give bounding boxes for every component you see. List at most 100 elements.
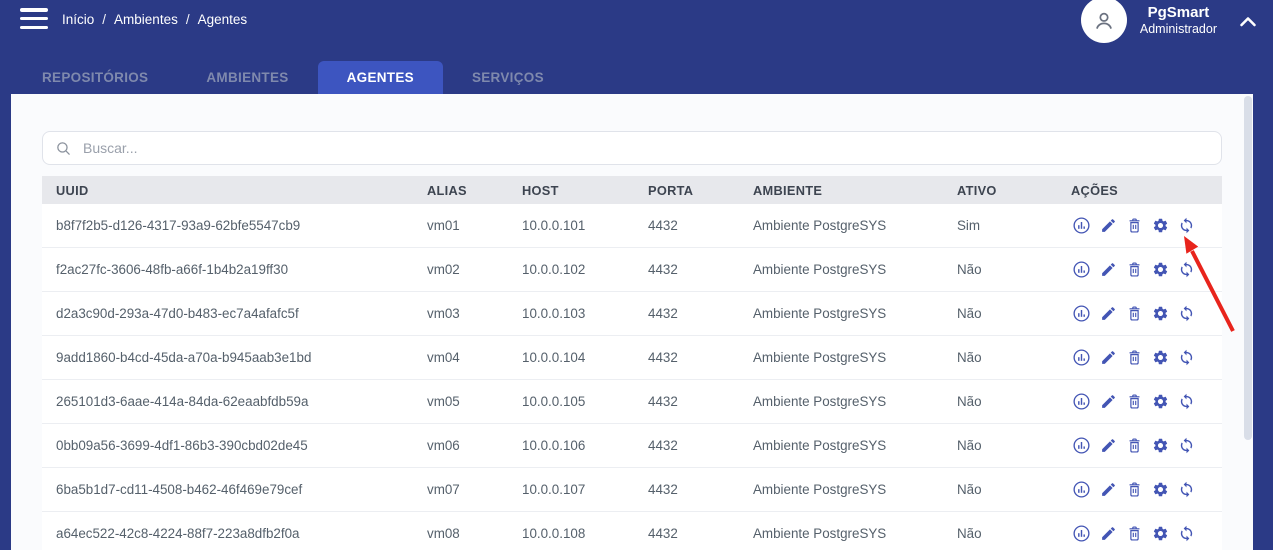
refresh-action-button[interactable] bbox=[1177, 436, 1196, 455]
cell-alias: vm03 bbox=[427, 306, 522, 321]
breadcrumb-separator: / bbox=[102, 12, 106, 27]
cell-alias: vm02 bbox=[427, 262, 522, 277]
cell-uuid: a64ec522-42c8-4224-88f7-223a8dfb2f0a bbox=[42, 526, 427, 541]
cell-ativo: Não bbox=[957, 350, 1053, 365]
statistics-action-button[interactable] bbox=[1071, 347, 1092, 368]
delete-action-button[interactable] bbox=[1125, 392, 1144, 411]
cell-ambiente: Ambiente PostgreSYS bbox=[753, 262, 957, 277]
tab-agentes[interactable]: AGENTES bbox=[318, 61, 443, 94]
cell-porta: 4432 bbox=[648, 394, 753, 409]
cell-ambiente: Ambiente PostgreSYS bbox=[753, 350, 957, 365]
agents-table: UUID ALIAS HOST PORTA AMBIENTE ATIVO AÇÕ… bbox=[42, 176, 1222, 550]
refresh-action-button[interactable] bbox=[1177, 480, 1196, 499]
cell-porta: 4432 bbox=[648, 482, 753, 497]
cell-host: 10.0.0.103 bbox=[522, 306, 648, 321]
settings-action-button[interactable] bbox=[1151, 216, 1170, 235]
edit-action-button[interactable] bbox=[1099, 216, 1118, 235]
edit-action-button[interactable] bbox=[1099, 480, 1118, 499]
cell-porta: 4432 bbox=[648, 438, 753, 453]
statistics-action-button[interactable] bbox=[1071, 479, 1092, 500]
edit-action-button[interactable] bbox=[1099, 260, 1118, 279]
refresh-action-button[interactable] bbox=[1177, 260, 1196, 279]
edit-action-button[interactable] bbox=[1099, 392, 1118, 411]
edit-action-button[interactable] bbox=[1099, 436, 1118, 455]
hamburger-menu-icon[interactable] bbox=[20, 8, 48, 31]
statistics-action-button[interactable] bbox=[1071, 435, 1092, 456]
search-icon bbox=[55, 140, 72, 157]
cell-ambiente: Ambiente PostgreSYS bbox=[753, 306, 957, 321]
avatar bbox=[1081, 0, 1127, 43]
delete-action-button[interactable] bbox=[1125, 480, 1144, 499]
cell-alias: vm08 bbox=[427, 526, 522, 541]
table-row: b8f7f2b5-d126-4317-93a9-62bfe5547cb9 vm0… bbox=[42, 204, 1222, 248]
table-row: 9add1860-b4cd-45da-a70a-b945aab3e1bd vm0… bbox=[42, 336, 1222, 380]
cell-uuid: 265101d3-6aae-414a-84da-62eaabfdb59a bbox=[42, 394, 427, 409]
content-panel: UUID ALIAS HOST PORTA AMBIENTE ATIVO AÇÕ… bbox=[11, 94, 1253, 550]
statistics-action-button[interactable] bbox=[1071, 391, 1092, 412]
settings-action-button[interactable] bbox=[1151, 392, 1170, 411]
cell-porta: 4432 bbox=[648, 262, 753, 277]
breadcrumb-inicio[interactable]: Início bbox=[62, 12, 94, 27]
cell-porta: 4432 bbox=[648, 526, 753, 541]
refresh-action-button[interactable] bbox=[1177, 392, 1196, 411]
delete-action-button[interactable] bbox=[1125, 304, 1144, 323]
settings-action-button[interactable] bbox=[1151, 304, 1170, 323]
table-row: a64ec522-42c8-4224-88f7-223a8dfb2f0a vm0… bbox=[42, 512, 1222, 550]
refresh-action-button[interactable] bbox=[1177, 216, 1196, 235]
table-header-row: UUID ALIAS HOST PORTA AMBIENTE ATIVO AÇÕ… bbox=[42, 176, 1222, 204]
delete-action-button[interactable] bbox=[1125, 524, 1144, 543]
header-host: HOST bbox=[522, 183, 648, 198]
statistics-action-button[interactable] bbox=[1071, 523, 1092, 544]
header-alias: ALIAS bbox=[427, 183, 522, 198]
cell-ambiente: Ambiente PostgreSYS bbox=[753, 482, 957, 497]
settings-action-button[interactable] bbox=[1151, 436, 1170, 455]
statistics-action-button[interactable] bbox=[1071, 259, 1092, 280]
user-name: PgSmart bbox=[1140, 4, 1217, 22]
cell-uuid: 9add1860-b4cd-45da-a70a-b945aab3e1bd bbox=[42, 350, 427, 365]
cell-alias: vm07 bbox=[427, 482, 522, 497]
cell-host: 10.0.0.105 bbox=[522, 394, 648, 409]
cell-acoes bbox=[1053, 347, 1222, 368]
table-row: 265101d3-6aae-414a-84da-62eaabfdb59a vm0… bbox=[42, 380, 1222, 424]
edit-action-button[interactable] bbox=[1099, 524, 1118, 543]
refresh-action-button[interactable] bbox=[1177, 524, 1196, 543]
cell-ativo: Não bbox=[957, 482, 1053, 497]
cell-porta: 4432 bbox=[648, 350, 753, 365]
breadcrumb-separator: / bbox=[186, 12, 190, 27]
statistics-action-button[interactable] bbox=[1071, 215, 1092, 236]
cell-uuid: 0bb09a56-3699-4df1-86b3-390cbd02de45 bbox=[42, 438, 427, 453]
breadcrumb-agentes[interactable]: Agentes bbox=[198, 12, 248, 27]
cell-acoes bbox=[1053, 523, 1222, 544]
cell-acoes bbox=[1053, 259, 1222, 280]
vertical-scrollbar[interactable] bbox=[1244, 96, 1252, 440]
cell-host: 10.0.0.107 bbox=[522, 482, 648, 497]
cell-host: 10.0.0.102 bbox=[522, 262, 648, 277]
tab-repositorios[interactable]: REPOSITÓRIOS bbox=[13, 61, 177, 94]
delete-action-button[interactable] bbox=[1125, 216, 1144, 235]
table-row: 0bb09a56-3699-4df1-86b3-390cbd02de45 vm0… bbox=[42, 424, 1222, 468]
cell-ativo: Não bbox=[957, 262, 1053, 277]
settings-action-button[interactable] bbox=[1151, 480, 1170, 499]
delete-action-button[interactable] bbox=[1125, 348, 1144, 367]
search-input[interactable] bbox=[83, 140, 1209, 156]
chevron-up-icon[interactable] bbox=[1239, 16, 1257, 28]
cell-ambiente: Ambiente PostgreSYS bbox=[753, 438, 957, 453]
statistics-action-button[interactable] bbox=[1071, 303, 1092, 324]
tab-ambientes[interactable]: AMBIENTES bbox=[177, 61, 317, 94]
edit-action-button[interactable] bbox=[1099, 304, 1118, 323]
delete-action-button[interactable] bbox=[1125, 436, 1144, 455]
breadcrumb-ambientes[interactable]: Ambientes bbox=[114, 12, 178, 27]
user-menu[interactable]: PgSmart Administrador bbox=[1081, 0, 1257, 43]
cell-host: 10.0.0.104 bbox=[522, 350, 648, 365]
cell-ativo: Não bbox=[957, 394, 1053, 409]
cell-porta: 4432 bbox=[648, 218, 753, 233]
tab-servicos[interactable]: SERVIÇOS bbox=[443, 61, 573, 94]
settings-action-button[interactable] bbox=[1151, 524, 1170, 543]
edit-action-button[interactable] bbox=[1099, 348, 1118, 367]
delete-action-button[interactable] bbox=[1125, 260, 1144, 279]
settings-action-button[interactable] bbox=[1151, 348, 1170, 367]
refresh-action-button[interactable] bbox=[1177, 348, 1196, 367]
cell-ambiente: Ambiente PostgreSYS bbox=[753, 526, 957, 541]
refresh-action-button[interactable] bbox=[1177, 304, 1196, 323]
settings-action-button[interactable] bbox=[1151, 260, 1170, 279]
